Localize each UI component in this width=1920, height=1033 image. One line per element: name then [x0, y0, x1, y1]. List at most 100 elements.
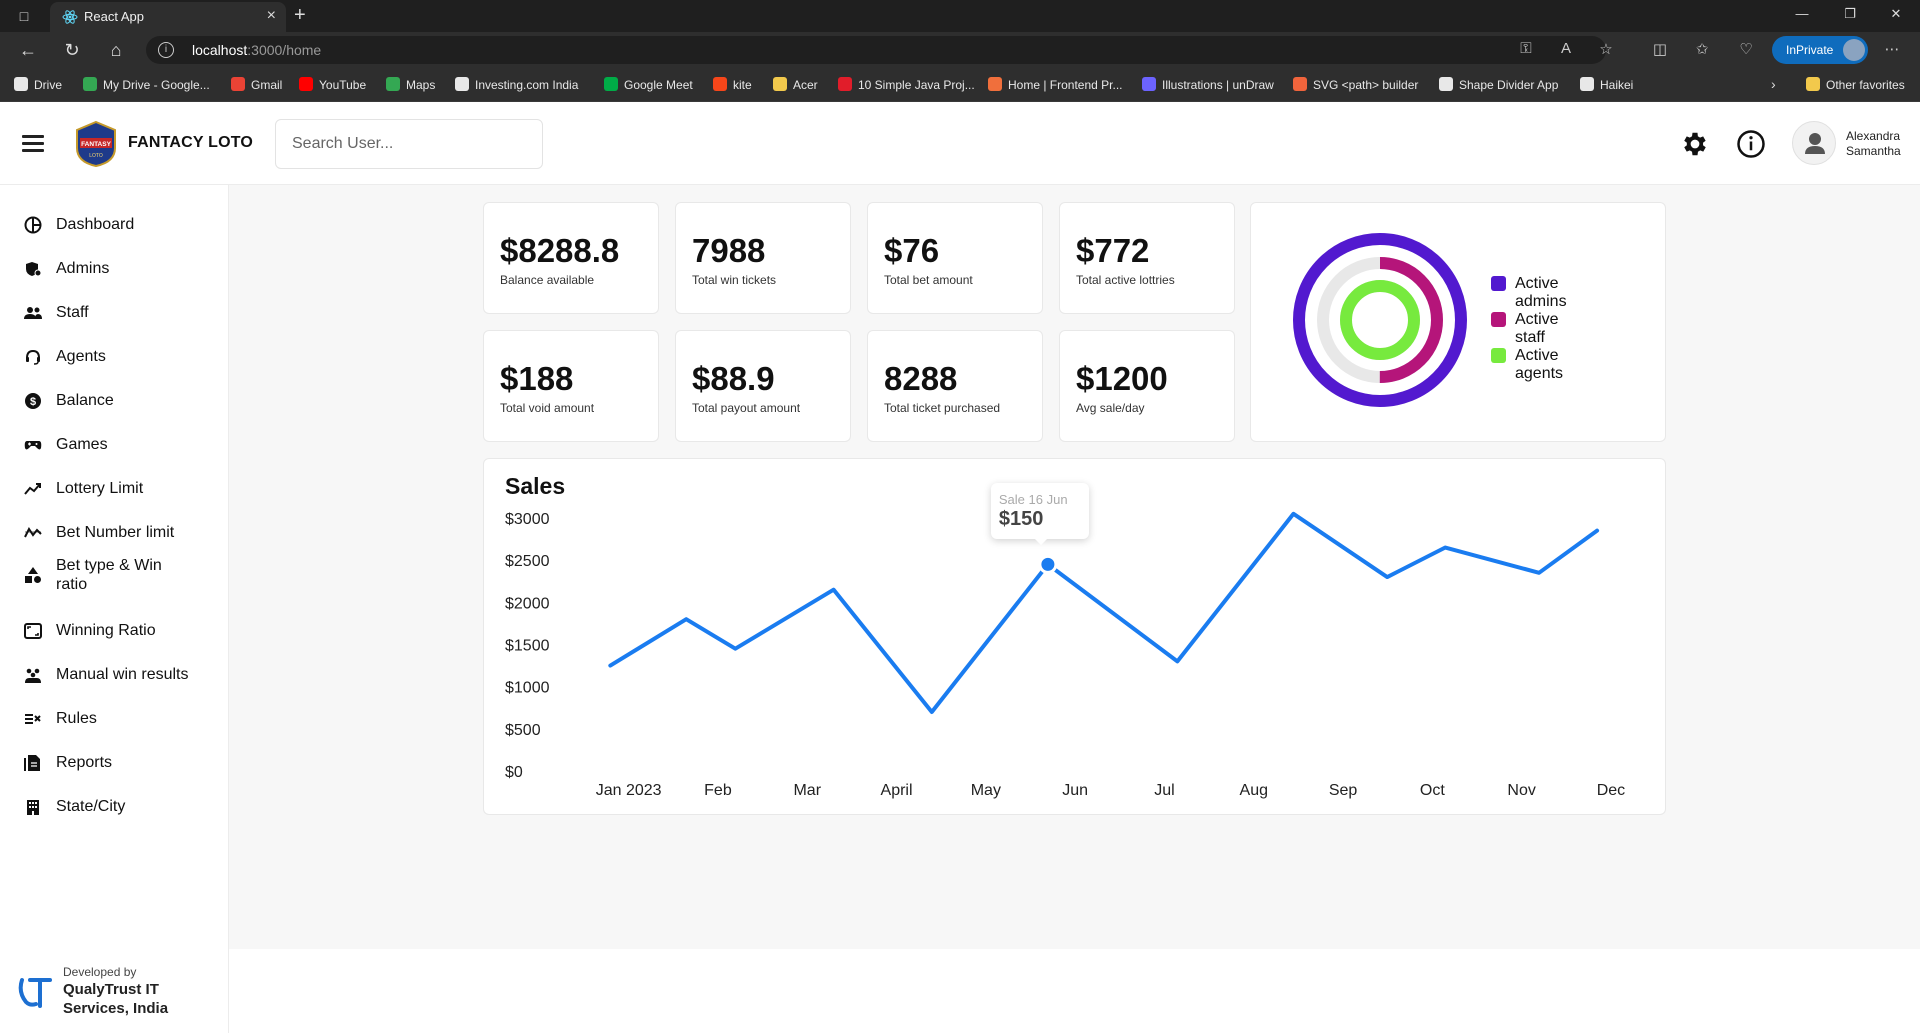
- sidebar-item-state-city[interactable]: State/City: [24, 792, 224, 822]
- tab-close-icon[interactable]: ×: [267, 7, 276, 25]
- sidebar-item-bet-number-limit[interactable]: Bet Number limit: [24, 518, 224, 548]
- bookmark-label: YouTube: [319, 78, 367, 92]
- restore-icon[interactable]: ❐: [1840, 6, 1860, 22]
- url-field[interactable]: i localhost:3000/home: [146, 36, 1606, 64]
- svg-text:LOTO: LOTO: [89, 153, 103, 159]
- sidebar-item-label: Games: [56, 436, 108, 453]
- svg-text:FANTASY: FANTASY: [81, 141, 112, 148]
- user-avatar[interactable]: [1792, 121, 1836, 165]
- stat-card: 7988 Total win tickets: [675, 202, 851, 314]
- bookmark-item[interactable]: YouTube: [299, 77, 366, 92]
- staff-icon: [24, 307, 42, 319]
- read-aloud-icon[interactable]: A: [1556, 40, 1576, 57]
- stat-label: Total payout amount: [692, 401, 801, 415]
- bookmark-item[interactable]: Shape Divider App: [1439, 77, 1558, 92]
- other-favorites[interactable]: Other favorites: [1806, 77, 1905, 92]
- url-text: localhost:3000/home: [192, 42, 322, 58]
- sidebar-item-reports[interactable]: Reports: [24, 748, 224, 778]
- bookmark-item[interactable]: Maps: [386, 77, 435, 92]
- menu-icon[interactable]: [22, 135, 44, 152]
- kite-icon: [713, 77, 727, 91]
- sidebar-item-label: Bet type & Win ratio: [56, 557, 162, 593]
- search-user-input[interactable]: [275, 119, 543, 169]
- bookmark-item[interactable]: kite: [713, 77, 752, 92]
- bookmark-label: kite: [733, 78, 752, 92]
- stat-value: $88.9: [692, 360, 775, 397]
- x-tick-label: Nov: [1507, 782, 1535, 799]
- bookmark-label: Acer: [793, 78, 818, 92]
- youtube-icon: [299, 77, 313, 91]
- sales-highlight-point[interactable]: [1038, 554, 1058, 574]
- legend-swatch: [1491, 348, 1506, 363]
- react-icon: [62, 10, 78, 24]
- favorites-icon[interactable]: ✩: [1692, 40, 1712, 58]
- bookmark-item[interactable]: Drive: [14, 77, 62, 92]
- sidebar-item-admins[interactable]: Admins: [24, 254, 224, 284]
- dollar-icon: $: [25, 393, 41, 409]
- settings-gear-icon[interactable]: [1680, 129, 1710, 159]
- bookmark-item[interactable]: Acer: [773, 77, 818, 92]
- stat-card: $188 Total void amount: [483, 330, 659, 442]
- sidebar-item-winning-ratio[interactable]: Winning Ratio: [24, 616, 224, 646]
- back-icon[interactable]: ←: [18, 40, 38, 60]
- company-line-1: QualyTrust IT: [63, 981, 159, 998]
- bookmark-item[interactable]: SVG <path> builder: [1293, 77, 1418, 92]
- bookmark-item[interactable]: Haikei: [1580, 77, 1633, 92]
- ring-arc-active-agents: [1340, 280, 1420, 360]
- minimize-icon[interactable]: —: [1792, 6, 1812, 21]
- info-icon[interactable]: [1736, 129, 1766, 159]
- bookmark-label: Illustrations | unDraw: [1162, 78, 1274, 92]
- sidebar-item-games[interactable]: Games: [24, 430, 224, 460]
- folder-icon: [1806, 77, 1820, 91]
- bookmark-item[interactable]: Home | Frontend Pr...: [988, 77, 1123, 92]
- sidebar-item-bet-type-win-ratio[interactable]: Bet type & Win ratio: [24, 557, 224, 593]
- sidebar-item-agents[interactable]: Agents: [24, 342, 224, 372]
- java-icon: [838, 77, 852, 91]
- stat-card: $1200 Avg sale/day: [1059, 330, 1235, 442]
- home-icon[interactable]: ⌂: [106, 40, 126, 60]
- bookmark-label: Shape Divider App: [1459, 78, 1559, 92]
- sidebar-item-balance[interactable]: $ Balance: [24, 386, 224, 416]
- bookmark-item[interactable]: 10 Simple Java Proj...: [838, 77, 975, 92]
- sidebar-item-label: State/City: [56, 798, 126, 815]
- more-options-icon[interactable]: ⋯: [1882, 40, 1902, 58]
- inprivate-button[interactable]: InPrivate: [1772, 36, 1868, 64]
- split-screen-icon[interactable]: ◫: [1650, 40, 1670, 58]
- stat-card: $772 Total active lottries: [1059, 202, 1235, 314]
- bookmark-label: My Drive - Google...: [103, 78, 210, 92]
- sidebar-item-manual-win-results[interactable]: Manual win results: [24, 660, 224, 690]
- gamepad-icon: [24, 441, 42, 450]
- bookmark-item[interactable]: Gmail: [231, 77, 282, 92]
- browser-tab[interactable]: React App ×: [50, 2, 286, 32]
- sidebar-item-rules[interactable]: Rules: [24, 704, 224, 734]
- legend-label: Active agents: [1515, 347, 1564, 382]
- stat-card: $76 Total bet amount: [867, 202, 1043, 314]
- bookmark-item[interactable]: Google Meet: [604, 77, 693, 92]
- sidebar-item-staff[interactable]: Staff: [24, 298, 224, 328]
- legend-label: Active admins: [1515, 275, 1567, 310]
- refresh-icon[interactable]: ↻: [62, 40, 82, 60]
- user-first-name: Alexandra: [1846, 129, 1901, 143]
- site-info-icon[interactable]: i: [158, 42, 174, 58]
- bookmark-item[interactable]: Investing.com India: [455, 77, 578, 92]
- y-tick-label: $3000: [505, 511, 550, 528]
- bookmark-item[interactable]: My Drive - Google...: [83, 77, 210, 92]
- tooltip-value: $150: [998, 508, 1044, 531]
- window-close-icon[interactable]: ✕: [1886, 6, 1906, 22]
- inprivate-label: InPrivate: [1786, 43, 1834, 57]
- new-tab-icon[interactable]: +: [294, 4, 306, 27]
- x-tick-label: April: [881, 782, 913, 799]
- bookmark-item[interactable]: Illustrations | unDraw: [1142, 77, 1274, 92]
- bookmark-label: Home | Frontend Pr...: [1008, 78, 1123, 92]
- sidebar-item-lottery-limit[interactable]: Lottery Limit: [24, 474, 224, 504]
- chevron-right-icon[interactable]: ›: [1771, 76, 1776, 92]
- key-icon[interactable]: ⚿: [1516, 40, 1536, 57]
- y-tick-label: $0: [505, 764, 523, 781]
- user-name[interactable]: Alexandra Samantha: [1846, 129, 1901, 159]
- tab-actions-icon[interactable]: □: [14, 6, 34, 26]
- favorite-star-icon[interactable]: ☆: [1596, 40, 1616, 58]
- x-tick-label: Aug: [1240, 782, 1268, 799]
- legend-swatch: [1491, 312, 1506, 327]
- sidebar-item-dashboard[interactable]: Dashboard: [24, 210, 224, 240]
- browser-essentials-icon[interactable]: ♡: [1736, 40, 1756, 58]
